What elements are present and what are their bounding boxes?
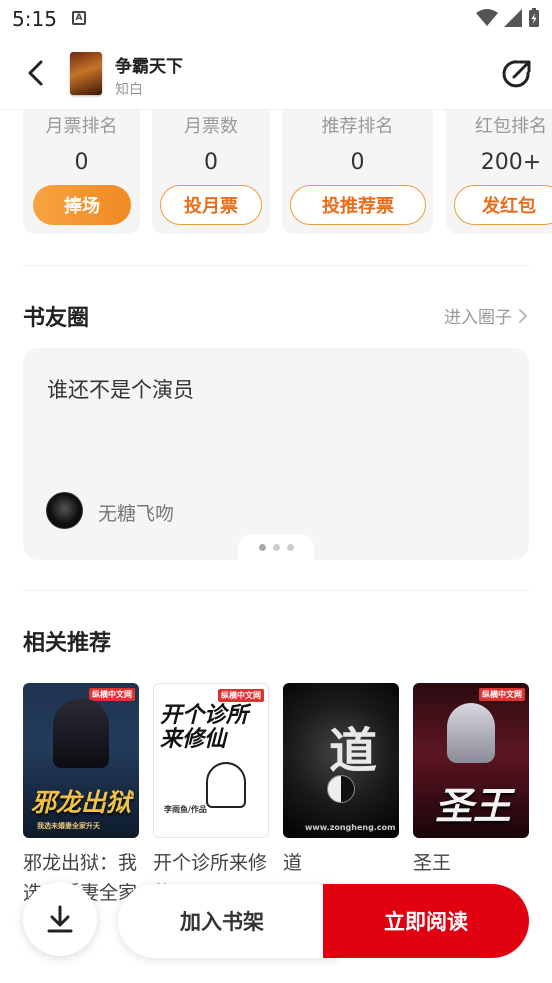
signal-icon: [504, 9, 522, 27]
stat-label: 红包排名: [475, 116, 547, 137]
status-bar: 5:15 A: [0, 0, 552, 38]
character-figure: [53, 698, 109, 768]
cover-brand: 纵横中文网: [479, 688, 525, 701]
related-book-item[interactable]: 纵横中文网 圣王 圣王: [413, 683, 529, 908]
cover-title: 道: [329, 723, 378, 779]
carousel-dot: [258, 543, 266, 551]
red-packet-button[interactable]: 发红包: [454, 185, 552, 225]
related-section-title: 相关推荐: [23, 630, 112, 656]
stats-row[interactable]: 月票排名 0 捧场 月票数 0 投月票 推荐排名 0 投推荐票 红包排名 200…: [23, 110, 552, 236]
status-time: 5:15: [12, 7, 57, 31]
cover-subtitle: 李雨鱼/作品: [164, 805, 207, 814]
circle-post-card[interactable]: 谁还不是个演员 无糖飞吻: [23, 348, 529, 560]
share-icon: [502, 60, 531, 88]
cover-subtitle: 我选未婚妻全家升天: [37, 822, 100, 830]
related-book-item[interactable]: 纵横中文网 邪龙出狱 我选未婚妻全家升天 邪龙出狱：我选未婚妻全家升天: [23, 683, 139, 908]
cover-subtitle: www.zongheng.com: [305, 823, 396, 832]
book-title: 争霸天下: [115, 57, 183, 77]
stat-label: 月票数: [184, 116, 238, 137]
divider: [23, 590, 529, 591]
post-text: 谁还不是个演员: [47, 378, 194, 402]
enter-circle-link[interactable]: 进入圈子: [444, 303, 528, 328]
notification-a-icon: A: [72, 11, 86, 25]
battery-icon: [529, 8, 539, 27]
carousel-dot: [286, 543, 294, 551]
bottom-action-bar: 加入书架 立即阅读: [0, 882, 552, 983]
book-cover: 纵横中文网 开个诊所来修仙 李雨鱼/作品: [153, 683, 269, 838]
header: 争霸天下 知白: [0, 38, 552, 110]
monthly-vote-button[interactable]: 投月票: [160, 185, 262, 225]
stat-value: 0: [350, 150, 365, 175]
doctor-illustration: [206, 762, 246, 808]
back-button[interactable]: [18, 56, 52, 90]
cover-title: 邪龙出狱: [31, 788, 132, 817]
status-icons: [476, 8, 540, 28]
related-book-item[interactable]: 道 www.zongheng.com 道: [283, 683, 399, 908]
stat-card-monthly-rank: 月票排名 0 捧场: [23, 110, 140, 234]
read-now-button[interactable]: 立即阅读: [323, 884, 529, 958]
stat-value: 200+: [480, 150, 542, 175]
divider: [23, 265, 529, 266]
stat-label: 推荐排名: [321, 116, 394, 137]
wifi-icon: [476, 9, 498, 26]
stat-value: 0: [204, 150, 218, 175]
add-to-shelf-button[interactable]: 加入书架: [118, 884, 338, 958]
avatar[interactable]: [46, 492, 83, 529]
character-figure: [447, 703, 495, 763]
yinyang-icon: [327, 775, 355, 803]
download-icon: [47, 905, 73, 933]
stat-card-monthly-votes: 月票数 0 投月票: [152, 110, 270, 234]
download-button[interactable]: [23, 882, 97, 956]
stat-card-redpacket-rank: 红包排名 200+ 发红包: [446, 110, 552, 234]
cover-title: 开个诊所来修仙: [160, 703, 249, 752]
cover-title: 圣王: [435, 784, 512, 828]
related-book-item[interactable]: 纵横中文网 开个诊所来修仙 李雨鱼/作品 开个诊所来修仙: [153, 683, 269, 908]
share-button[interactable]: [500, 57, 534, 91]
carousel-dot: [272, 543, 280, 551]
post-username[interactable]: 无糖飞吻: [98, 499, 174, 526]
related-books-row: 纵横中文网 邪龙出狱 我选未婚妻全家升天 邪龙出狱：我选未婚妻全家升天 纵横中文…: [23, 683, 552, 904]
book-cover: 纵横中文网 邪龙出狱 我选未婚妻全家升天: [23, 683, 139, 838]
cover-brand: 纵横中文网: [89, 688, 135, 701]
stat-card-recommend-rank: 推荐排名 0 投推荐票: [282, 110, 433, 234]
book-cover: 道 www.zongheng.com: [283, 683, 399, 838]
recommend-vote-button[interactable]: 投推荐票: [290, 185, 426, 225]
chevron-right-icon: [519, 308, 528, 323]
stat-label: 月票排名: [45, 116, 118, 137]
stat-value: 0: [74, 150, 89, 175]
cover-brand: 纵横中文网: [218, 689, 264, 702]
enter-circle-label: 进入圈子: [444, 308, 512, 328]
chevron-left-icon: [28, 60, 43, 86]
support-button[interactable]: 捧场: [33, 185, 131, 225]
book-cover-thumbnail[interactable]: [70, 52, 102, 95]
book-author[interactable]: 知白: [115, 79, 143, 99]
circle-section-title: 书友圈: [23, 305, 90, 331]
carousel-indicator: [238, 534, 314, 560]
book-cover: 纵横中文网 圣王: [413, 683, 529, 838]
